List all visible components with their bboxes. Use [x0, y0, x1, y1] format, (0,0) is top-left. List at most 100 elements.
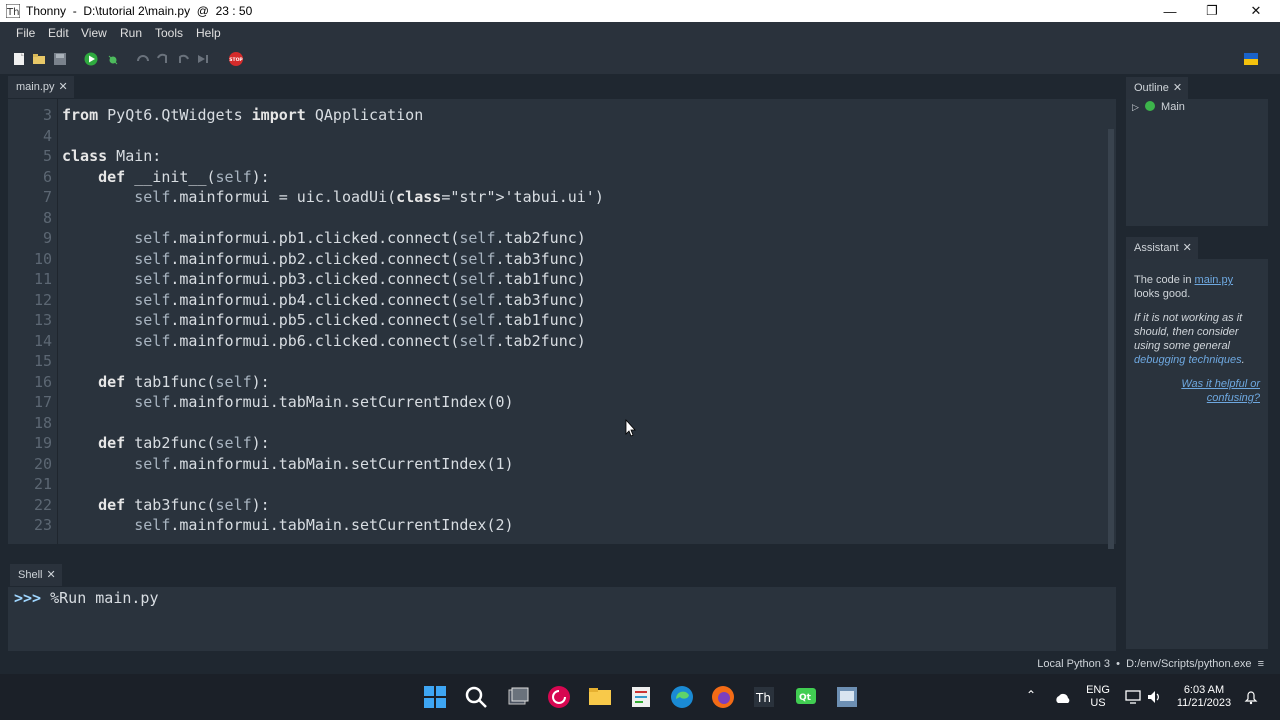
outline-pane: ▷ Main — [1126, 99, 1268, 226]
close-assistant-icon[interactable]: ✕ — [1183, 242, 1192, 254]
shell-console[interactable]: >>> %Run main.py — [8, 587, 1116, 651]
notification-bell-icon[interactable] — [1244, 690, 1258, 705]
menu-tools[interactable]: Tools — [155, 26, 183, 40]
code-line[interactable]: def tab1func(self): — [62, 373, 270, 391]
file-explorer-icon[interactable] — [588, 685, 612, 709]
code-line[interactable]: self.mainformui.pb4.clicked.connect(self… — [62, 291, 586, 309]
code-line[interactable]: def __init__(self): — [62, 168, 270, 186]
line-number: 15 — [33, 352, 52, 370]
restore-button[interactable]: ❐ — [1190, 0, 1234, 22]
volume-icon[interactable] — [1147, 690, 1163, 704]
line-number: 12 — [33, 290, 52, 309]
firefox-icon[interactable] — [711, 685, 735, 709]
line-number: 19 — [33, 434, 52, 452]
network-icon[interactable] — [1125, 690, 1141, 704]
task-view-icon[interactable] — [506, 685, 530, 709]
code-line[interactable]: self.mainformui.pb3.clicked.connect(self… — [62, 270, 586, 288]
close-outline-icon[interactable]: ✕ — [1173, 82, 1182, 94]
debian-icon[interactable] — [547, 685, 571, 709]
editor-scrollbar[interactable] — [1108, 129, 1114, 549]
close-tab-icon[interactable]: ✕ — [59, 81, 68, 93]
onedrive-icon[interactable] — [1054, 692, 1072, 704]
svg-text:Th: Th — [755, 691, 771, 705]
expand-arrow-icon[interactable]: ▷ — [1132, 102, 1139, 112]
snipping-tool-icon[interactable] — [629, 685, 653, 709]
stop-icon[interactable]: STOP — [227, 52, 245, 66]
tab-outline[interactable]: Outline ✕ — [1126, 77, 1189, 99]
line-number: 5 — [42, 147, 52, 165]
code-line[interactable]: def tab3func(self): — [62, 496, 270, 514]
resume-icon[interactable] — [196, 52, 210, 66]
code-line[interactable]: self.mainformui.pb5.clicked.connect(self… — [62, 311, 586, 329]
debugging-techniques-link[interactable]: debugging techniques — [1134, 354, 1242, 366]
shell-label: Shell — [18, 569, 43, 581]
line-number: 3 — [42, 106, 52, 124]
outline-item-label: Main — [1161, 101, 1185, 113]
search-icon[interactable] — [464, 685, 488, 709]
minimize-button[interactable]: — — [1148, 0, 1192, 22]
assistant-pane: The code in main.py looks good. If it is… — [1126, 259, 1268, 649]
code-area[interactable]: from PyQt6.QtWidgets import QApplication… — [62, 99, 1108, 544]
step-over-icon[interactable] — [136, 52, 150, 66]
debug-icon[interactable] — [106, 52, 120, 66]
line-number: 20 — [33, 454, 52, 473]
open-folder-icon[interactable] — [32, 52, 46, 66]
clock[interactable]: 6:03 AM 11/21/2023 — [1172, 684, 1236, 710]
menu-edit[interactable]: Edit — [48, 26, 69, 40]
code-line[interactable]: self.mainformui.pb6.clicked.connect(self… — [62, 332, 586, 350]
language-indicator[interactable]: ENG US — [1086, 684, 1110, 710]
menu-file[interactable]: File — [16, 26, 35, 40]
code-line[interactable]: class Main: — [62, 147, 161, 165]
line-number: 23 — [33, 516, 52, 534]
tab-assistant[interactable]: Assistant ✕ — [1126, 237, 1198, 259]
status-bar: Local Python 3 • D:/env/Scripts/python.e… — [0, 656, 1280, 674]
code-line[interactable]: self.mainformui.tabMain.setCurrentIndex(… — [62, 393, 513, 411]
line-number: 18 — [33, 413, 52, 432]
line-number: 8 — [42, 208, 52, 227]
qt-designer-icon[interactable]: Qt — [794, 685, 818, 709]
line-number: 9 — [42, 229, 52, 247]
window-title: Thonny - D:\tutorial 2\main.py @ 23 : 50 — [26, 4, 253, 18]
run-icon[interactable] — [84, 52, 98, 66]
close-button[interactable]: ✕ — [1234, 0, 1278, 22]
code-line[interactable]: self.mainformui.pb1.clicked.connect(self… — [62, 229, 586, 247]
code-editor[interactable]: 3 4 5 6 7 8 9 10 11 12 13 14 15 16 17 18 19 20 21 22 23 from… — [8, 99, 1116, 549]
menu-view[interactable]: View — [81, 26, 107, 40]
code-line[interactable]: self.mainformui = uic.loadUi(class="str"… — [62, 188, 604, 206]
new-file-icon[interactable] — [12, 52, 26, 66]
edge-icon[interactable] — [670, 685, 694, 709]
windows-start-icon[interactable] — [423, 685, 447, 709]
step-into-icon[interactable] — [156, 52, 170, 66]
line-number: 7 — [42, 188, 52, 206]
editor-tab-bar: main.py ✕ — [0, 76, 1120, 98]
line-number: 6 — [42, 167, 52, 186]
title-bar: Th Thonny - D:\tutorial 2\main.py @ 23 :… — [0, 0, 1280, 22]
feedback-link[interactable]: Was it helpful or confusing? — [1134, 377, 1260, 405]
python-installer-icon[interactable] — [835, 685, 859, 709]
show-hidden-icons-icon[interactable]: ⌃ — [1026, 689, 1036, 702]
ukraine-flag-icon — [1244, 53, 1258, 65]
tab-main-py[interactable]: main.py ✕ — [8, 76, 74, 98]
code-line[interactable]: def tab2func(self): — [62, 434, 270, 452]
thonny-taskbar-icon[interactable]: Th — [752, 685, 776, 709]
save-icon[interactable] — [53, 52, 67, 66]
assistant-hint: If it is not working as it should, then … — [1134, 312, 1245, 366]
assistant-message: The code in main.py looks good. — [1134, 274, 1234, 300]
code-line[interactable]: self.mainformui.pb2.clicked.connect(self… — [62, 250, 586, 268]
outline-item-main[interactable]: ▷ Main — [1132, 101, 1185, 113]
line-number: 21 — [33, 475, 52, 493]
code-line[interactable]: from PyQt6.QtWidgets import QApplication — [62, 106, 423, 124]
menu-run[interactable]: Run — [120, 26, 142, 40]
shell-command: %Run main.py — [50, 589, 159, 607]
thonny-app-icon: Th — [6, 4, 20, 18]
code-line[interactable]: self.mainformui.tabMain.setCurrentIndex(… — [62, 516, 513, 534]
menu-help[interactable]: Help — [196, 26, 221, 40]
close-shell-icon[interactable]: ✕ — [46, 569, 55, 581]
interpreter-status[interactable]: Local Python 3 • D:/env/Scripts/python.e… — [1037, 658, 1264, 670]
step-out-icon[interactable] — [176, 52, 190, 66]
tab-shell[interactable]: Shell ✕ — [10, 564, 62, 586]
main-py-link[interactable]: main.py — [1195, 274, 1234, 286]
line-number: 10 — [33, 249, 52, 268]
line-number-gutter: 3 4 5 6 7 8 9 10 11 12 13 14 15 16 17 18 19 20 21 22 23 — [8, 99, 58, 544]
code-line[interactable]: self.mainformui.tabMain.setCurrentIndex(… — [62, 455, 513, 473]
